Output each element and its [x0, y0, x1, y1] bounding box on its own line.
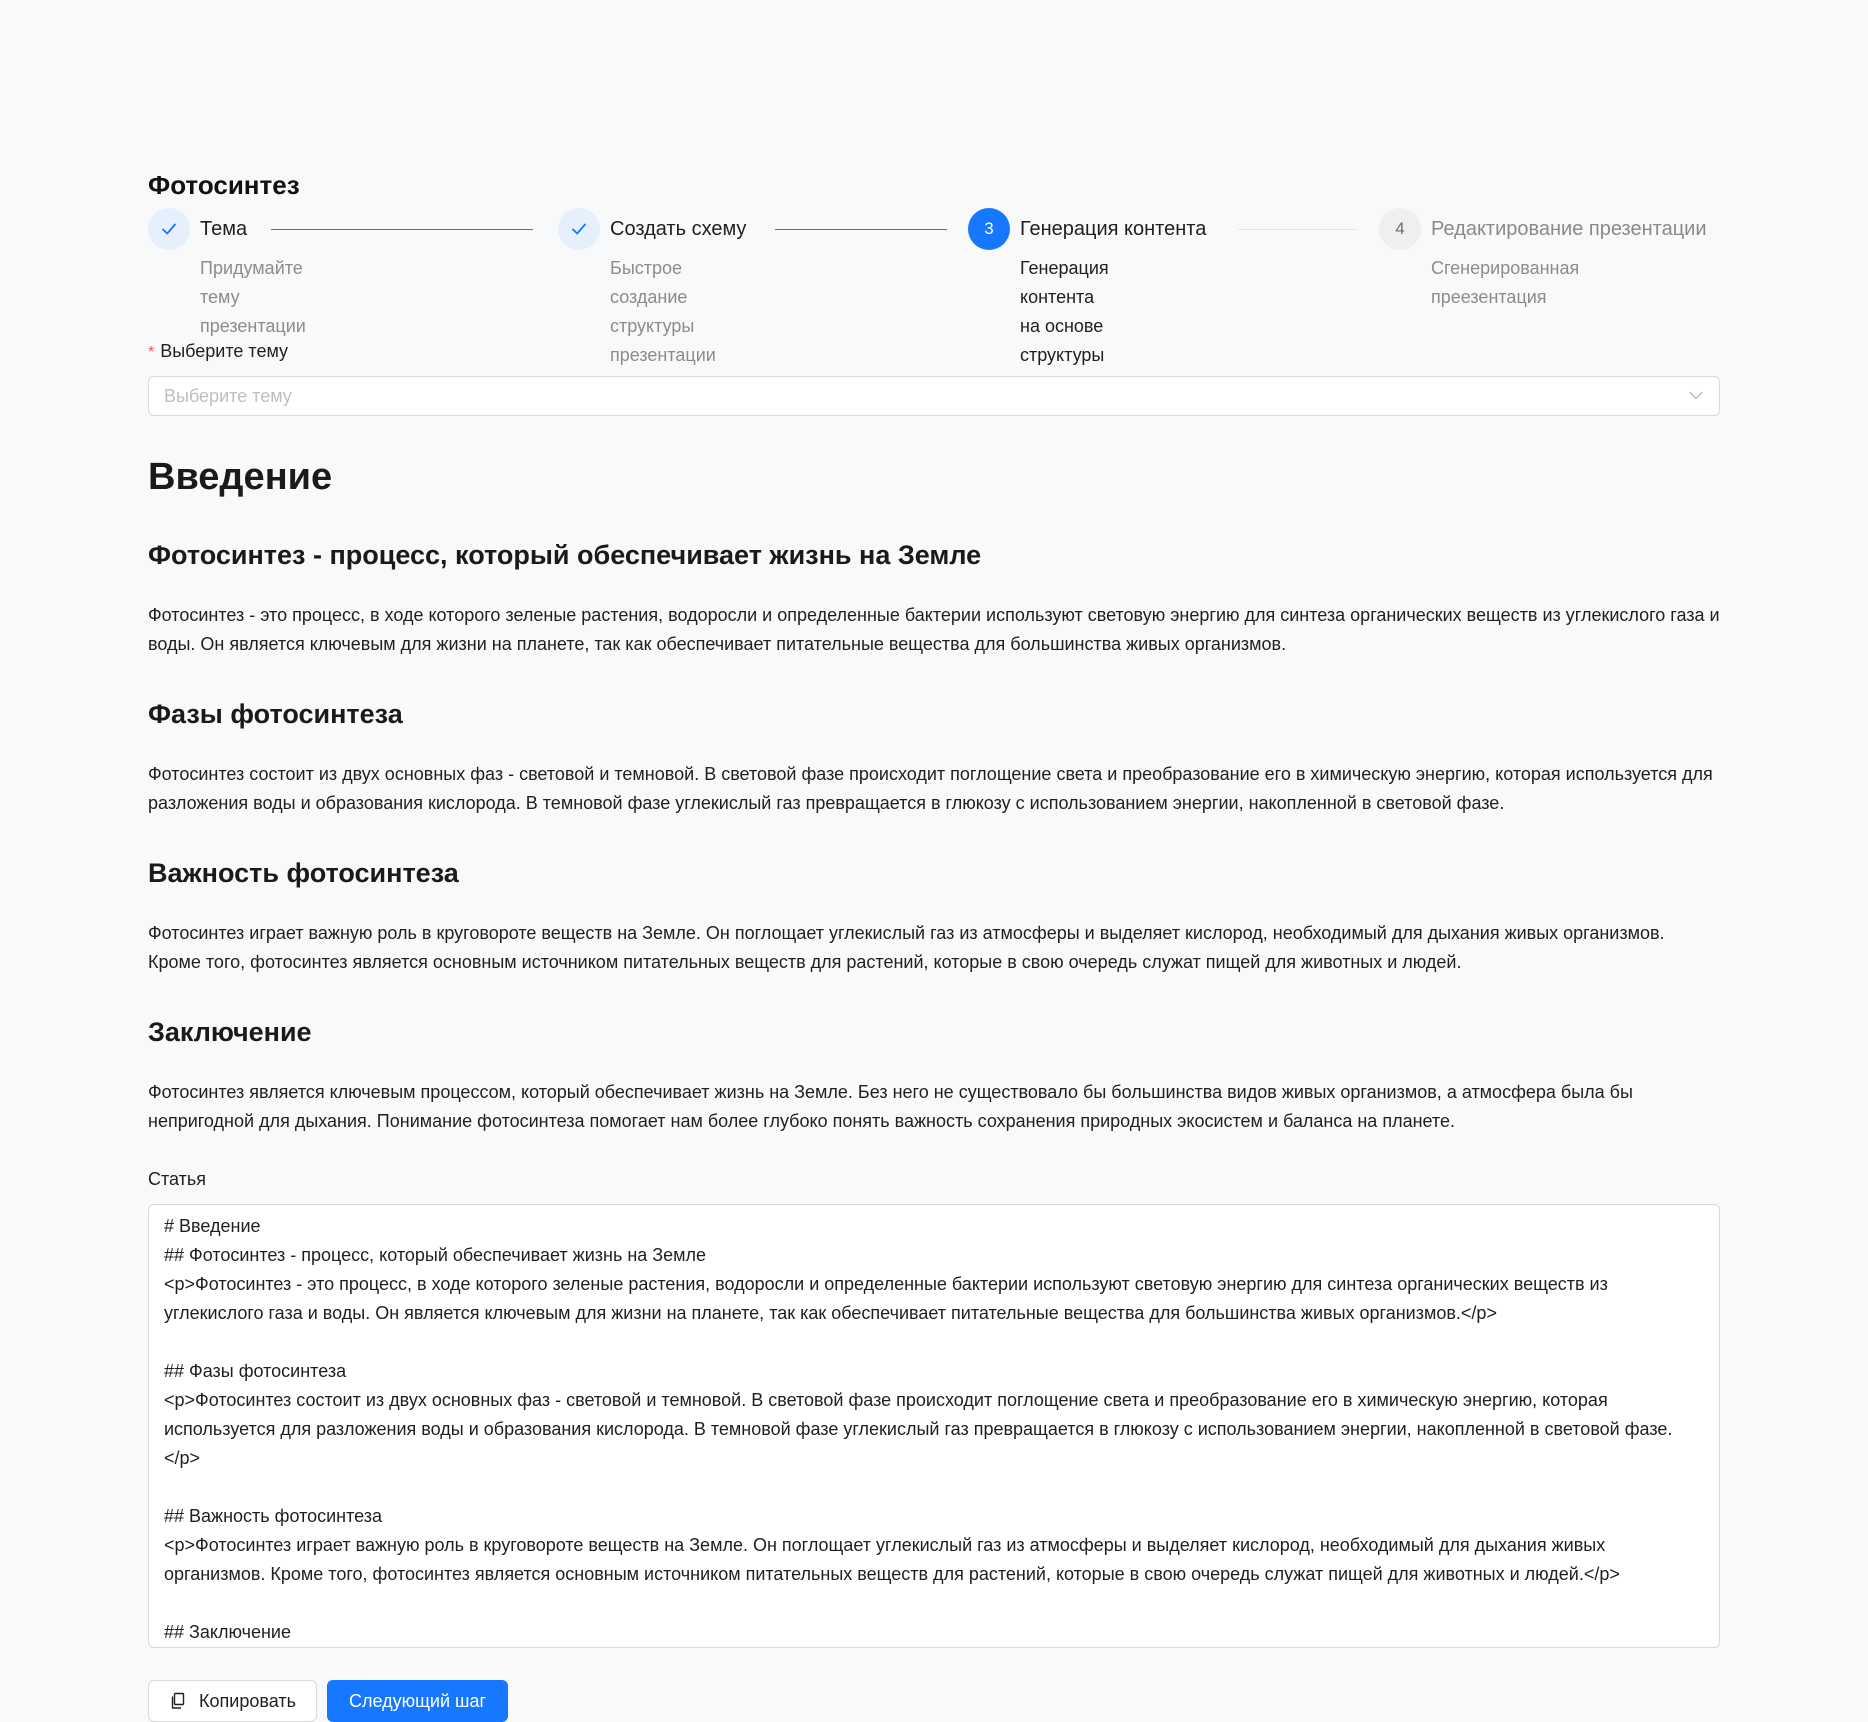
section-text: Фотосинтез состоит из двух основных фаз …: [148, 764, 1713, 813]
section-heading: Фазы фотосинтеза: [148, 699, 403, 729]
copy-button[interactable]: Копировать: [148, 1680, 317, 1722]
section-heading: Фотосинтез - процесс, который обеспечива…: [148, 540, 982, 570]
next-step-button[interactable]: Следующий шаг: [327, 1680, 508, 1722]
theme-select[interactable]: Выберите тему: [148, 376, 1720, 416]
section-heading: Заключение: [148, 1017, 312, 1047]
article-title: Введение: [148, 456, 333, 498]
step-connector: [1238, 229, 1358, 230]
step-number-badge: 3: [968, 208, 1010, 250]
step-connector: [775, 229, 947, 230]
step-connector: [271, 229, 533, 230]
main-content: Фотосинтез Тема Придумайте тему презента…: [148, 162, 1720, 1722]
copy-icon: [171, 1692, 185, 1709]
step-description: Придумайте тему презентации: [200, 258, 306, 336]
required-mark: *: [148, 344, 155, 361]
section-heading: Важность фотосинтеза: [148, 858, 459, 888]
section-text: Фотосинтез играет важную роль в круговор…: [148, 923, 1665, 972]
step-description: Генерация контента на основе структуры: [1020, 258, 1109, 365]
section-text: Фотосинтез - это процесс, в ходе которог…: [148, 605, 1720, 654]
next-step-button-label: Следующий шаг: [348, 1690, 487, 1711]
step-description: Быстрое создание структуры презентации: [610, 258, 716, 365]
theme-select-label: * Выберите тему: [148, 341, 289, 361]
chevron-down-icon: [1689, 391, 1703, 400]
page-title: Фотосинтез: [148, 170, 300, 200]
copy-button-label: Копировать: [199, 1690, 296, 1711]
select-placeholder: Выберите тему: [164, 386, 292, 406]
check-icon: [148, 208, 190, 250]
step-title: Тема: [200, 218, 248, 240]
article-editor[interactable]: # Введение ## Фотосинтез - процесс, кото…: [148, 1204, 1720, 1648]
article-editor-label: Статья: [148, 1169, 207, 1189]
step-number-badge: 4: [1379, 208, 1421, 250]
step-title: Создать схему: [610, 218, 747, 240]
step-title: Генерация контента: [1020, 218, 1207, 240]
step-description: Сгенерированная преезентация: [1431, 258, 1580, 307]
check-icon: [558, 208, 600, 250]
step-title: Редактирование презентации: [1431, 218, 1707, 240]
steps: Тема Придумайте тему презентации Создать…: [148, 208, 1720, 365]
article-preview: Введение Фотосинтез - процесс, который о…: [148, 454, 1720, 1136]
action-bar: Копировать Следующий шаг: [148, 1680, 1720, 1722]
section-text: Фотосинтез является ключевым процессом, …: [148, 1082, 1633, 1131]
